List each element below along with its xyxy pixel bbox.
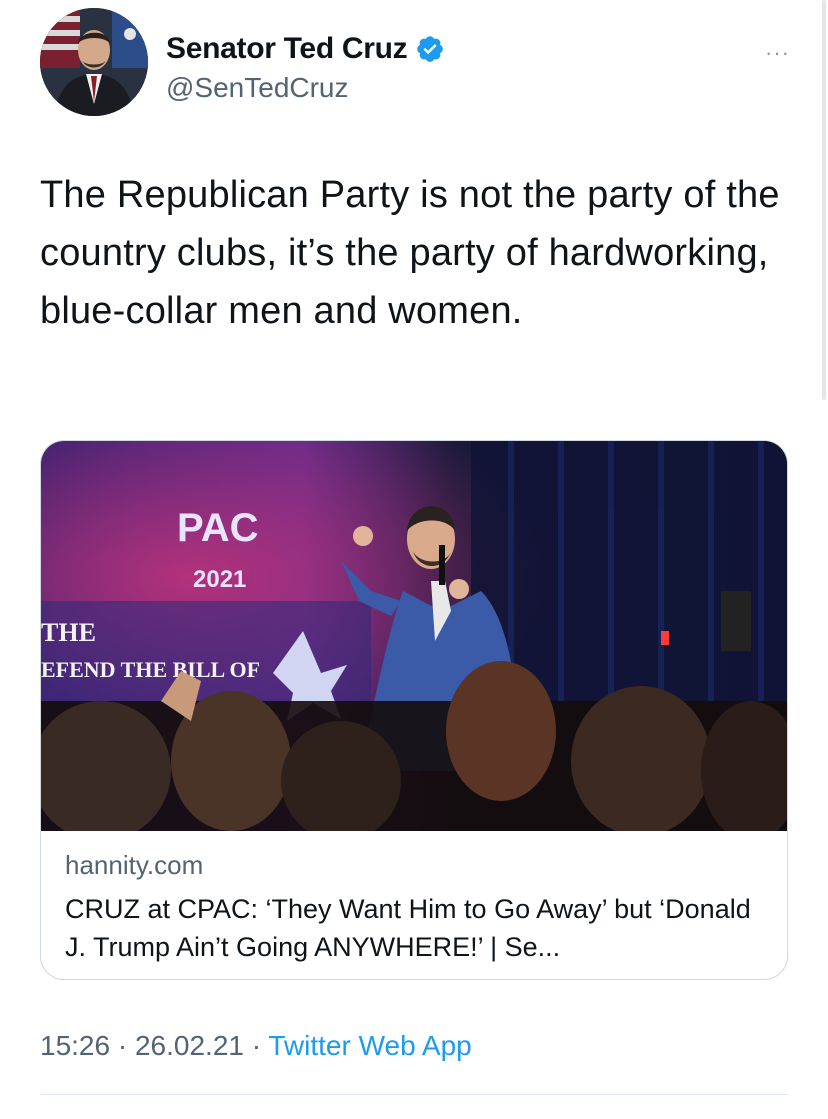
divider bbox=[40, 1094, 788, 1095]
tweet-source-link[interactable]: Twitter Web App bbox=[268, 1030, 471, 1061]
profile-photo-icon bbox=[40, 8, 148, 116]
card-domain: hannity.com bbox=[65, 850, 204, 880]
scrollbar[interactable] bbox=[822, 0, 826, 400]
signage-the: THE bbox=[41, 618, 96, 647]
card-image: PAC 2021 THE EFEND THE BILL OF bbox=[41, 441, 787, 831]
tweet-header: Senator Ted Cruz @SenTedCruz ··· bbox=[40, 8, 800, 118]
signage-defend: EFEND THE BILL OF bbox=[41, 657, 260, 682]
tweet-time[interactable]: 15:26 bbox=[40, 1030, 110, 1061]
name-row: Senator Ted Cruz bbox=[166, 32, 445, 66]
avatar[interactable] bbox=[40, 8, 148, 116]
handle[interactable]: @SenTedCruz bbox=[166, 72, 349, 104]
signage-pac: PAC bbox=[177, 506, 258, 550]
signage-year: 2021 bbox=[193, 566, 246, 593]
tweet-meta: 15:26 · 26.02.21 · Twitter Web App bbox=[40, 1030, 472, 1062]
display-name[interactable]: Senator Ted Cruz bbox=[166, 32, 408, 66]
card-title[interactable]: CRUZ at CPAC: ‘They Want Him to Go Away’… bbox=[65, 890, 771, 966]
tweet-text: The Republican Party is not the party of… bbox=[40, 174, 780, 332]
more-options-icon[interactable]: ··· bbox=[765, 40, 790, 66]
tweet-date[interactable]: 26.02.21 bbox=[135, 1030, 244, 1061]
meta-separator: · bbox=[110, 1030, 135, 1061]
verified-badge-icon bbox=[417, 36, 444, 62]
link-card[interactable]: PAC 2021 THE EFEND THE BILL OF hannity.c… bbox=[40, 440, 788, 980]
meta-separator-2: · bbox=[243, 1030, 269, 1061]
